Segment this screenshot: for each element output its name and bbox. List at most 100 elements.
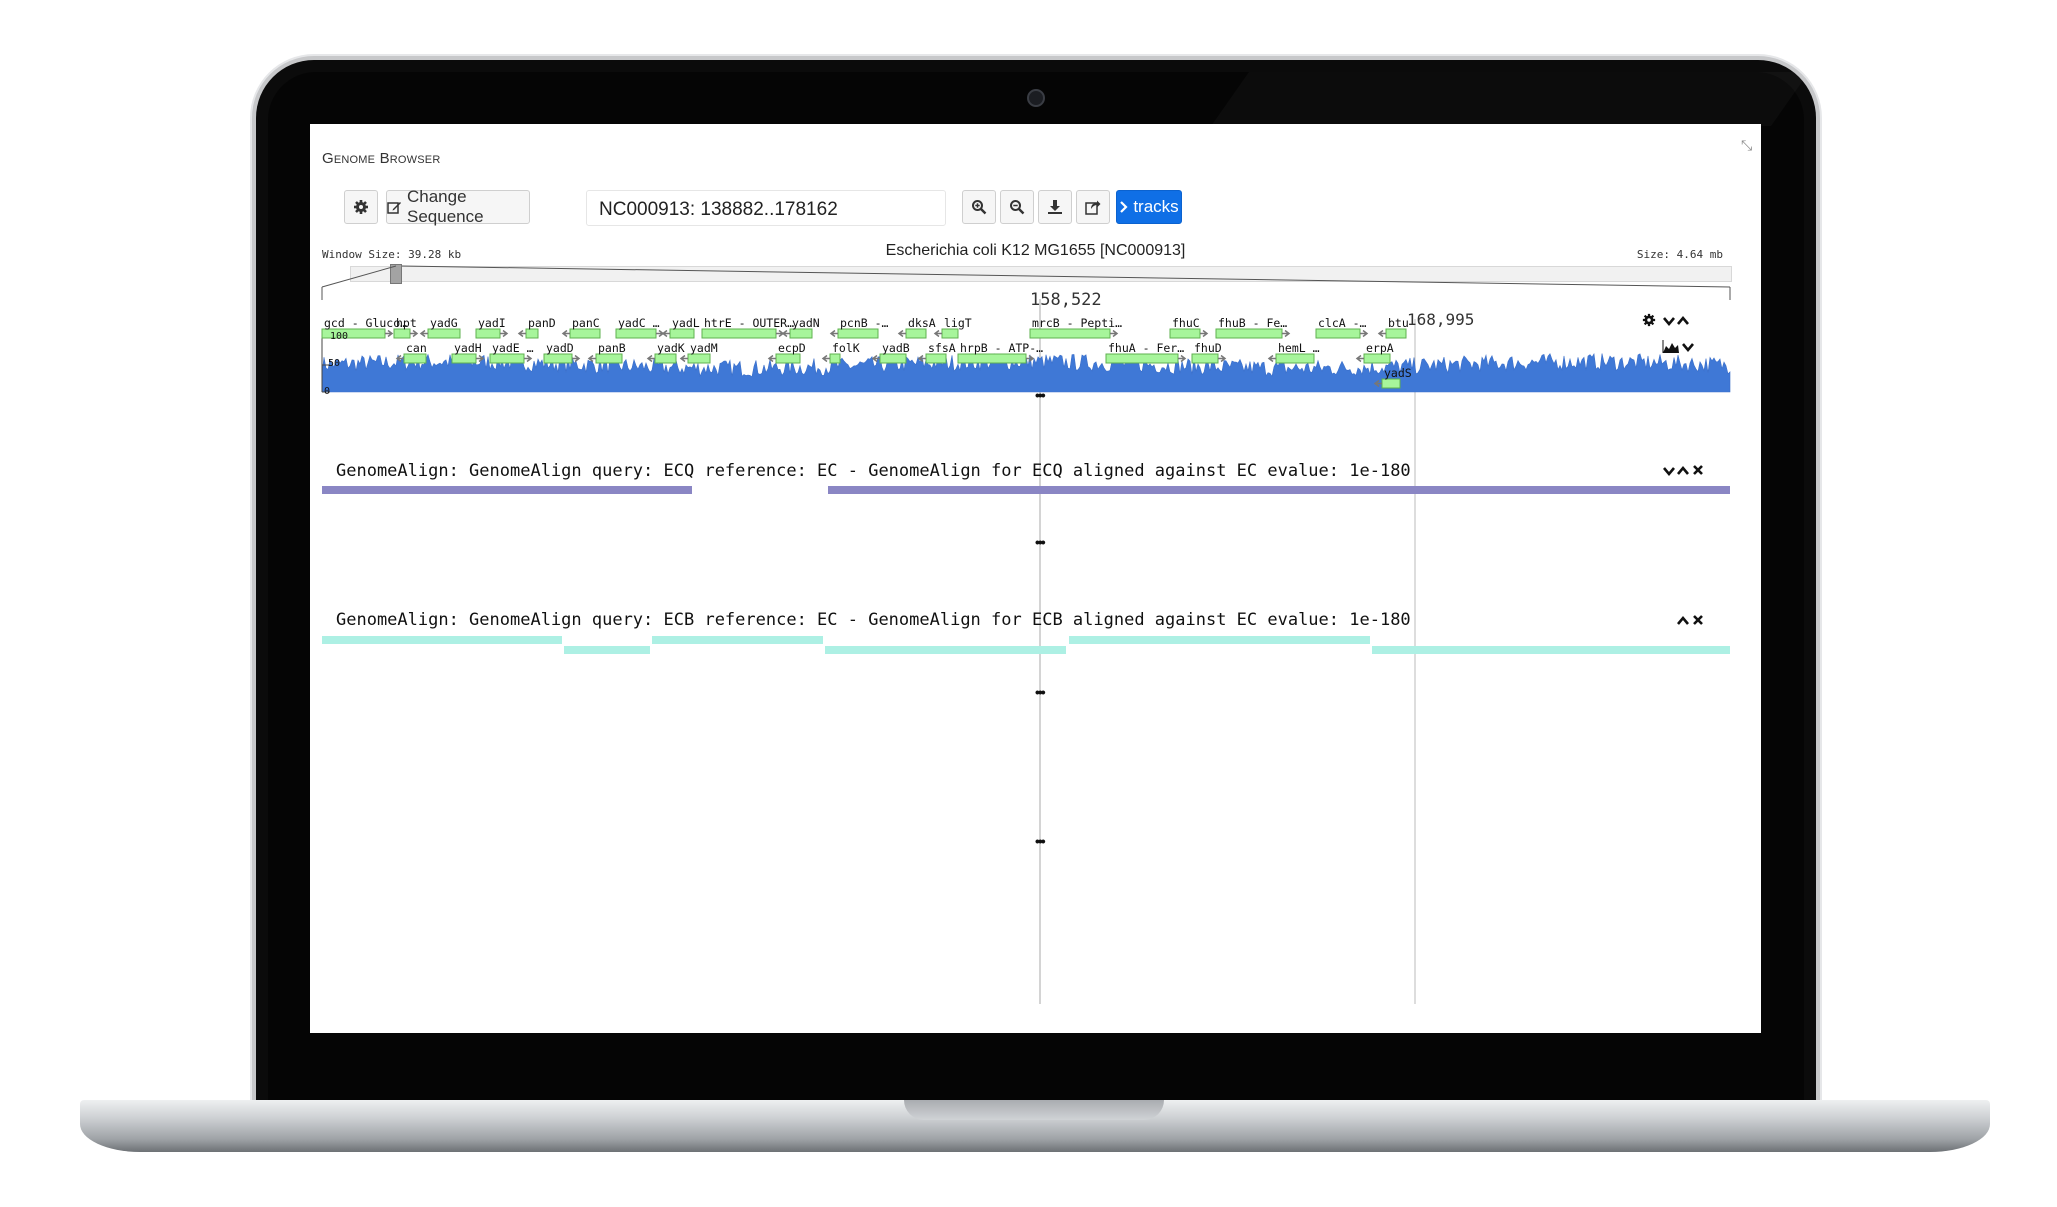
- gene-feature[interactable]: [1355, 353, 1391, 364]
- gene-body[interactable]: [595, 353, 623, 364]
- align-2-chevron-up-icon[interactable]: [1676, 614, 1690, 630]
- genome-browser-screen: Genome Browser ⤡ Change Sequence NC00091…: [310, 124, 1761, 1033]
- gene-body[interactable]: [569, 328, 601, 339]
- alignment-block[interactable]: [1372, 646, 1730, 654]
- gene-body[interactable]: [1315, 328, 1361, 339]
- gene-feature[interactable]: [1169, 328, 1209, 339]
- area-chart-icon[interactable]: [1662, 340, 1680, 356]
- gene-label: can: [406, 341, 427, 355]
- gene-body[interactable]: [393, 328, 411, 339]
- gene-feature[interactable]: [957, 353, 1035, 364]
- gene-feature[interactable]: [1373, 378, 1401, 389]
- gene-feature[interactable]: [679, 353, 711, 364]
- alignment-block[interactable]: [322, 636, 562, 644]
- gene-body[interactable]: [837, 328, 879, 339]
- gene-feature[interactable]: [517, 328, 539, 339]
- alignment-block[interactable]: [322, 486, 692, 494]
- gene-feature[interactable]: [1315, 328, 1369, 339]
- gene-body[interactable]: [829, 353, 841, 364]
- gene-feature[interactable]: [781, 328, 813, 339]
- align-1-close-icon[interactable]: [1692, 464, 1704, 478]
- gene-body[interactable]: [403, 353, 427, 364]
- gene-body[interactable]: [525, 328, 539, 339]
- laptop-notch: [904, 1100, 1164, 1120]
- gene-body[interactable]: [789, 328, 813, 339]
- gene-body[interactable]: [687, 353, 711, 364]
- gene-body[interactable]: [543, 353, 573, 364]
- alignment-block[interactable]: [1069, 636, 1370, 644]
- gene-body[interactable]: [775, 353, 801, 364]
- gene-body[interactable]: [1275, 353, 1315, 364]
- gene-body[interactable]: [941, 328, 959, 339]
- gene-body[interactable]: [1215, 328, 1283, 339]
- gene-label: erpA: [1366, 341, 1394, 355]
- gene-body[interactable]: [427, 328, 461, 339]
- gene-feature[interactable]: [419, 328, 461, 339]
- gene-gear-icon[interactable]: [1642, 313, 1656, 329]
- gene-body[interactable]: [905, 328, 927, 339]
- gene-feature[interactable]: [561, 328, 601, 339]
- strand-arrow-icon: [500, 329, 509, 338]
- gene-body[interactable]: [451, 353, 477, 364]
- gene-feature[interactable]: [767, 353, 801, 364]
- gene-chevron-up-icon[interactable]: [1676, 314, 1690, 330]
- gene-body[interactable]: [615, 328, 657, 339]
- strand-arrow-icon: [561, 329, 570, 338]
- align-1-chevron-down-icon[interactable]: [1662, 464, 1676, 480]
- alignment-block[interactable]: [828, 486, 1730, 494]
- gene-body[interactable]: [1169, 328, 1201, 339]
- alignment-block[interactable]: [825, 646, 1066, 654]
- gene-body[interactable]: [475, 328, 501, 339]
- gene-feature[interactable]: [646, 353, 677, 364]
- gene-feature[interactable]: [1215, 328, 1291, 339]
- resize-handle-align-1[interactable]: •••: [1035, 685, 1046, 699]
- gene-feature[interactable]: [897, 328, 927, 339]
- align-track-1-label: GenomeAlign: GenomeAlign query: ECQ refe…: [336, 461, 1411, 481]
- gene-body[interactable]: [1105, 353, 1179, 364]
- chevron-down-icon[interactable]: [1681, 340, 1695, 356]
- gene-feature[interactable]: [701, 328, 785, 339]
- gene-feature[interactable]: [393, 328, 419, 339]
- gene-chevron-down-icon[interactable]: [1662, 314, 1676, 330]
- strand-arrow-icon: [419, 329, 428, 338]
- align-track-2-label: GenomeAlign: GenomeAlign query: ECB refe…: [336, 610, 1411, 630]
- gene-body[interactable]: [957, 353, 1027, 364]
- gene-body[interactable]: [1381, 378, 1401, 389]
- gene-feature[interactable]: [587, 353, 623, 364]
- gene-feature[interactable]: [1267, 353, 1315, 364]
- strand-arrow-icon: [781, 329, 790, 338]
- resize-handle-genes[interactable]: •••: [1035, 535, 1046, 549]
- alignment-block[interactable]: [564, 646, 650, 654]
- gene-body[interactable]: [669, 328, 695, 339]
- gene-feature[interactable]: [821, 353, 841, 364]
- align-2-close-icon[interactable]: [1692, 614, 1704, 628]
- gene-feature[interactable]: [1029, 328, 1119, 339]
- gene-feature[interactable]: [475, 328, 509, 339]
- gene-feature[interactable]: [661, 328, 695, 339]
- gene-feature[interactable]: [1105, 353, 1187, 364]
- zoom-wedge: [321, 265, 1731, 300]
- gene-label: pcnB -…: [840, 316, 889, 330]
- gene-body[interactable]: [1363, 353, 1391, 364]
- strand-arrow-icon: [410, 329, 419, 338]
- align-1-chevron-up-icon[interactable]: [1676, 464, 1690, 480]
- gene-body[interactable]: [654, 353, 677, 364]
- resize-handle-gc[interactable]: •••: [1035, 388, 1046, 402]
- gene-body[interactable]: [489, 353, 525, 364]
- gene-feature[interactable]: [615, 328, 665, 339]
- gene-feature[interactable]: [1377, 328, 1407, 339]
- gene-body[interactable]: [1191, 353, 1219, 364]
- gene-body[interactable]: [879, 353, 907, 364]
- gene-feature[interactable]: [1191, 353, 1227, 364]
- gene-body[interactable]: [701, 328, 777, 339]
- gene-feature[interactable]: [451, 353, 485, 364]
- gene-feature[interactable]: [489, 353, 533, 364]
- gene-body[interactable]: [1385, 328, 1407, 339]
- alignment-block[interactable]: [652, 636, 823, 644]
- gene-label: yadK: [657, 341, 685, 355]
- gene-body[interactable]: [925, 353, 947, 364]
- gene-body[interactable]: [1029, 328, 1111, 339]
- gene-feature[interactable]: [933, 328, 959, 339]
- resize-handle-align-2[interactable]: •••: [1035, 834, 1046, 848]
- gene-feature[interactable]: [829, 328, 879, 339]
